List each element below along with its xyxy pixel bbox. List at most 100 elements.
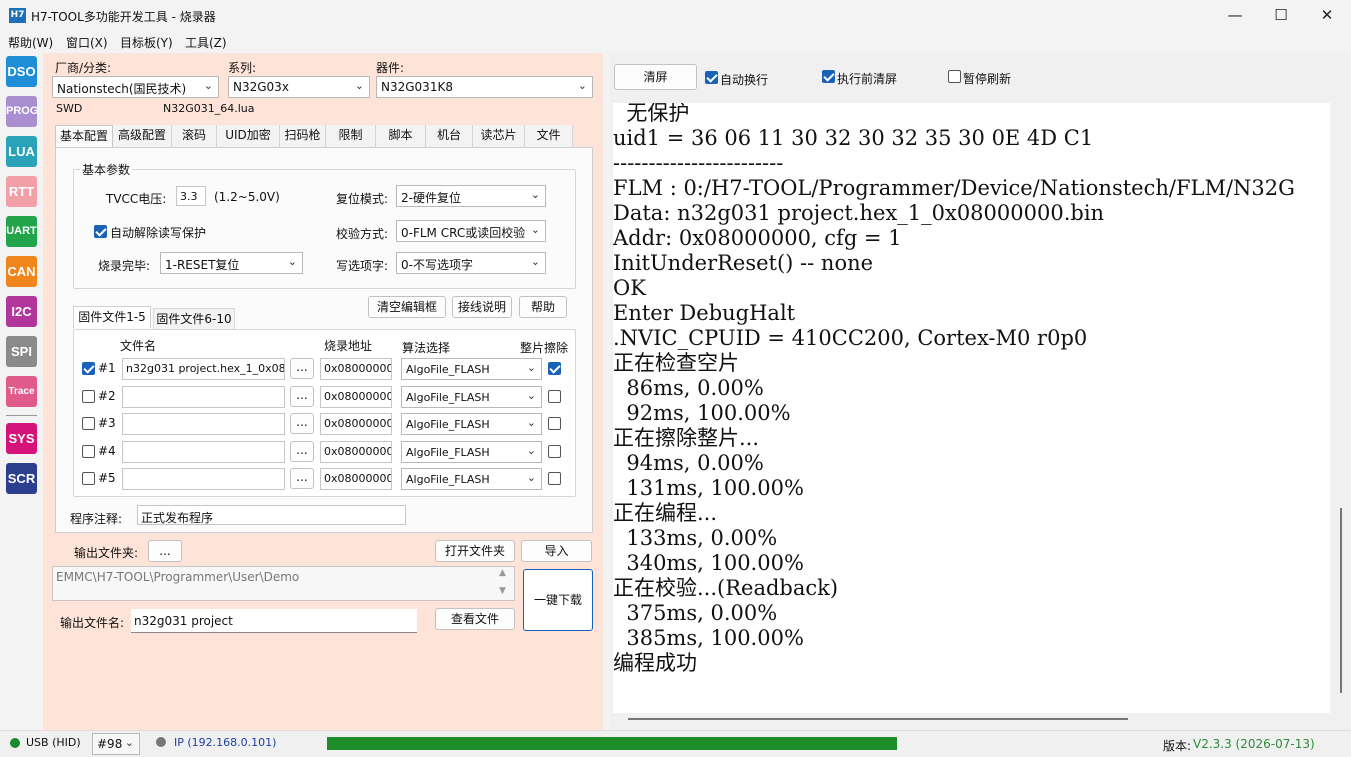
auto-unprotect-checkbox[interactable] xyxy=(94,225,107,238)
firmware-algo-select[interactable]: AlgoFile_FLASH ⌄ xyxy=(401,468,542,490)
tab-script[interactable]: 脚本 xyxy=(376,125,426,147)
firmware-algo-select[interactable]: AlgoFile_FLASH ⌄ xyxy=(401,441,542,463)
output-path-field[interactable]: EMMC\H7-TOOL\Programmer\User\Demo xyxy=(52,566,515,601)
tab-scanner[interactable]: 扫码枪 xyxy=(280,125,326,147)
view-file-button[interactable]: 查看文件 xyxy=(435,608,515,630)
firmware-address-input[interactable]: 0x08000000 xyxy=(320,441,392,463)
tab-basic[interactable]: 基本配置 xyxy=(55,125,113,148)
trace-button[interactable]: Trace xyxy=(6,376,37,407)
rtt-button[interactable]: RTT xyxy=(6,176,37,207)
firmware-browse-button[interactable]: ... xyxy=(290,386,314,407)
maximize-button[interactable]: ☐ xyxy=(1258,0,1304,31)
tab-advanced[interactable]: 高级配置 xyxy=(113,125,172,147)
series-select[interactable]: N32G03x ⌄ xyxy=(228,76,370,98)
horizontal-scroll-thumb[interactable] xyxy=(628,718,1128,720)
chip-erase-checkbox[interactable] xyxy=(548,472,561,485)
minimize-button[interactable]: — xyxy=(1212,0,1258,31)
verify-mode-select[interactable]: 0-FLM CRC或读回校验 ⌄ xyxy=(396,220,546,242)
import-button[interactable]: 导入 xyxy=(521,540,592,562)
close-button[interactable]: ✕ xyxy=(1304,0,1350,31)
firmware-enable-checkbox[interactable] xyxy=(82,417,95,430)
firmware-file-input[interactable] xyxy=(122,441,285,463)
device-label: 器件: xyxy=(376,61,405,75)
chip-erase-checkbox[interactable] xyxy=(548,362,561,375)
log-line: 340ms, 100.00% xyxy=(613,551,804,575)
scroll-down-icon[interactable]: ▼ xyxy=(499,586,506,596)
chevron-down-icon: ⌄ xyxy=(577,79,587,92)
menu-window[interactable]: 窗口(X) xyxy=(66,34,108,51)
open-folder-button[interactable]: 打开文件夹 xyxy=(435,540,515,562)
menu-target[interactable]: 目标板(Y) xyxy=(120,34,173,51)
option-bytes-select[interactable]: 0-不写选项字 ⌄ xyxy=(396,252,546,274)
tab-uid-encrypt[interactable]: UID加密 xyxy=(217,125,280,147)
can-button[interactable]: CAN xyxy=(6,256,37,287)
chip-erase-checkbox[interactable] xyxy=(548,445,561,458)
firmware-file-input[interactable] xyxy=(122,413,285,435)
sys-button[interactable]: SYS xyxy=(6,423,37,454)
firmware-browse-button[interactable]: ... xyxy=(290,468,314,489)
log-line: InitUnderReset() -- none xyxy=(613,251,874,275)
done-action-select[interactable]: 1-RESET复位 ⌄ xyxy=(160,252,303,274)
firmware-browse-button[interactable]: ... xyxy=(290,413,314,434)
firmware-address-input[interactable]: 0x08000000 xyxy=(320,468,392,490)
lua-button[interactable]: LUA xyxy=(6,136,37,167)
firmware-browse-button[interactable]: ... xyxy=(290,358,314,379)
firmware-file-input[interactable] xyxy=(122,468,285,490)
tab-limit[interactable]: 限制 xyxy=(326,125,376,147)
tab-read-chip[interactable]: 读芯片 xyxy=(473,125,525,147)
i2c-button[interactable]: I2C xyxy=(6,296,37,327)
firmware-address-input[interactable]: 0x08000000 xyxy=(320,413,392,435)
menu-help[interactable]: 帮助(W) xyxy=(8,34,53,51)
clear-screen-button[interactable]: 清屏 xyxy=(614,64,697,90)
scr-button[interactable]: SCR xyxy=(6,463,37,494)
chip-erase-checkbox[interactable] xyxy=(548,417,561,430)
scroll-thumb[interactable] xyxy=(1340,508,1342,693)
vertical-scrollbar[interactable] xyxy=(1336,103,1348,713)
clear-edit-button[interactable]: 清空编辑框 xyxy=(368,296,446,318)
firmware-enable-checkbox[interactable] xyxy=(82,472,95,485)
firmware-algo-select[interactable]: AlgoFile_FLASH ⌄ xyxy=(401,386,542,408)
output-folder-browse-button[interactable]: ... xyxy=(148,540,182,562)
wiring-help-button[interactable]: 接线说明 xyxy=(452,296,512,318)
auto-wrap-checkbox[interactable] xyxy=(705,71,718,84)
output-name-input[interactable]: n32g031 project xyxy=(131,609,417,633)
tab-machine[interactable]: 机台 xyxy=(426,125,473,147)
prog-button[interactable]: PROG xyxy=(6,96,38,127)
scroll-up-icon[interactable]: ▲ xyxy=(499,568,506,578)
clear-before-run-checkbox[interactable] xyxy=(822,70,835,83)
firmware-file-input[interactable]: n32g031 project.hex_1_0x08000000.bin xyxy=(122,358,285,380)
firmware-address-input[interactable]: 0x08000000 xyxy=(320,358,392,380)
vendor-select[interactable]: Nationstech(国民技术) ⌄ xyxy=(52,76,219,98)
firmware-index: #4 xyxy=(98,444,116,458)
uart-button[interactable]: UART xyxy=(6,216,37,247)
firmware-enable-checkbox[interactable] xyxy=(82,362,95,375)
firmware-file-input[interactable] xyxy=(122,386,285,408)
note-label: 程序注释: xyxy=(70,512,123,526)
tab-firmware-6-10[interactable]: 固件文件6-10 xyxy=(153,308,235,330)
device-select[interactable]: N32G031K8 ⌄ xyxy=(376,76,593,98)
panel-splitter[interactable] xyxy=(603,53,610,730)
device-number-select[interactable]: #98 ⌄ xyxy=(92,733,140,755)
menu-tools[interactable]: 工具(Z) xyxy=(185,34,227,51)
firmware-browse-button[interactable]: ... xyxy=(290,441,314,462)
dso-button[interactable]: DSO xyxy=(6,56,37,87)
window-title: H7-TOOL多功能开发工具 - 烧录器 xyxy=(31,10,216,24)
tvcc-input[interactable]: 3.3 xyxy=(176,186,206,206)
firmware-address-input[interactable]: 0x08000000 xyxy=(320,386,392,408)
reset-mode-select[interactable]: 2-硬件复位 ⌄ xyxy=(396,185,546,207)
tab-firmware-1-5[interactable]: 固件文件1-5 xyxy=(73,306,151,328)
pause-refresh-checkbox[interactable] xyxy=(948,70,961,83)
help-button[interactable]: 帮助 xyxy=(519,296,567,318)
series-value: N32G03x xyxy=(233,80,289,94)
firmware-enable-checkbox[interactable] xyxy=(82,445,95,458)
firmware-enable-checkbox[interactable] xyxy=(82,390,95,403)
one-click-download-button[interactable]: 一键下载 xyxy=(523,569,593,631)
spi-button[interactable]: SPI xyxy=(6,336,37,367)
firmware-algo-select[interactable]: AlgoFile_FLASH ⌄ xyxy=(401,358,542,380)
tab-file[interactable]: 文件 xyxy=(525,125,573,147)
chip-erase-checkbox[interactable] xyxy=(548,390,561,403)
tab-rolling-code[interactable]: 滚码 xyxy=(172,125,217,147)
log-output[interactable]: 无保护 uid1 = 36 06 11 30 32 30 32 35 30 0E … xyxy=(613,103,1330,713)
note-input[interactable]: 正式发布程序 xyxy=(137,505,406,525)
firmware-algo-select[interactable]: AlgoFile_FLASH ⌄ xyxy=(401,413,542,435)
